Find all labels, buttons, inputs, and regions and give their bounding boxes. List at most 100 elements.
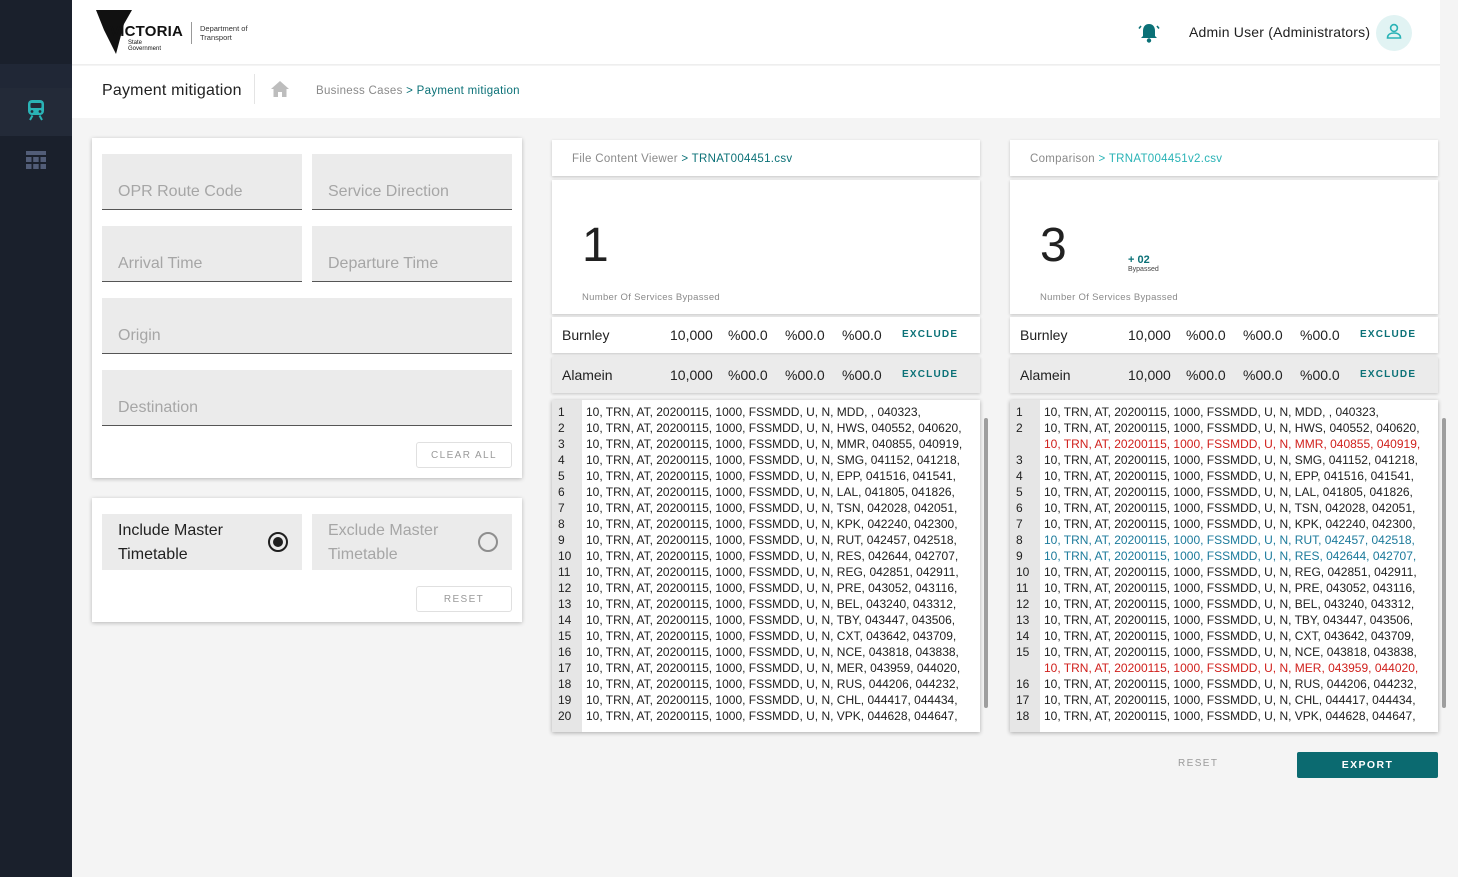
code-line: 17 10, TRN, AT, 20200115, 1000, FSSMDD, U… <box>1010 692 1438 708</box>
logo-divider <box>191 22 192 44</box>
code-line: 14 10, TRN, AT, 20200115, 1000, FSSMDD, U… <box>1010 628 1438 644</box>
line-text: 10, TRN, AT, 20200115, 1000, FSSMDD, U, … <box>586 613 956 627</box>
station-row: Alamein 10,000 %00.0 %00.0 %00.0 EXCLUDE <box>552 357 980 393</box>
clear-all-button[interactable]: CLEAR ALL <box>416 442 512 468</box>
line-text: 10, TRN, AT, 20200115, 1000, FSSMDD, U, … <box>1044 565 1417 579</box>
scrollbar-thumb[interactable] <box>984 418 988 708</box>
exclude-radio[interactable] <box>478 532 498 552</box>
line-text: 10, TRN, AT, 20200115, 1000, FSSMDD, U, … <box>586 421 962 435</box>
exclude-button[interactable]: EXCLUDE <box>902 369 958 380</box>
line-number: 9 <box>558 533 565 547</box>
code-line: 7 10, TRN, AT, 20200115, 1000, FSSMDD, U,… <box>1010 516 1438 532</box>
code-line: 1 10, TRN, AT, 20200115, 1000, FSSMDD, U,… <box>552 404 980 420</box>
breadcrumb-business-cases[interactable]: Business Cases <box>316 85 403 97</box>
exclude-button[interactable]: EXCLUDE <box>1360 369 1416 380</box>
file-viewer-scrollbar[interactable] <box>982 400 990 732</box>
code-line: 13 10, TRN, AT, 20200115, 1000, FSSMDD, U… <box>1010 612 1438 628</box>
code-line: 12 10, TRN, AT, 20200115, 1000, FSSMDD, U… <box>1010 596 1438 612</box>
station-row: Burnley 10,000 %00.0 %00.0 %00.0 EXCLUDE <box>552 317 980 353</box>
services-bypassed-label: Number Of Services Bypassed <box>582 292 720 303</box>
line-number: 3 <box>1016 453 1023 467</box>
line-number: 3 <box>558 437 565 451</box>
sidebar-item-trains[interactable] <box>0 88 72 136</box>
origin-field[interactable] <box>102 298 512 354</box>
station-name: Alamein <box>562 367 613 383</box>
user-name[interactable]: Admin User (Administrators) <box>1189 24 1370 40</box>
line-number: 15 <box>1016 645 1030 659</box>
notifications-button[interactable] <box>1138 22 1160 49</box>
line-text: 10, TRN, AT, 20200115, 1000, FSSMDD, U, … <box>1044 469 1415 483</box>
line-number: 1 <box>1016 405 1023 419</box>
timetable-reset-button[interactable]: RESET <box>416 586 512 612</box>
sidebar-item-timetable[interactable] <box>0 138 72 186</box>
code-line: 18 10, TRN, AT, 20200115, 1000, FSSMDD, U… <box>1010 708 1438 724</box>
include-master-timetable-option[interactable]: Include Master Timetable <box>102 514 302 570</box>
station-percent-2: %00.0 <box>785 327 825 343</box>
arrival-time-input[interactable] <box>102 226 302 281</box>
line-text: 10, TRN, AT, 20200115, 1000, FSSMDD, U, … <box>1044 629 1415 643</box>
line-number: 11 <box>558 565 571 579</box>
export-button[interactable]: EXPORT <box>1297 752 1438 778</box>
exclude-button[interactable]: EXCLUDE <box>1360 329 1416 340</box>
station-percent-1: %00.0 <box>728 367 768 383</box>
line-number: 18 <box>558 677 572 691</box>
line-text: 10, TRN, AT, 20200115, 1000, FSSMDD, U, … <box>1044 709 1416 723</box>
line-number: 9 <box>1016 549 1023 563</box>
comparison-title: Comparison <box>1030 153 1095 165</box>
line-text: 10, TRN, AT, 20200115, 1000, FSSMDD, U, … <box>1044 421 1420 435</box>
line-number: 17 <box>1016 693 1030 707</box>
service-direction-input[interactable] <box>312 154 512 209</box>
code-line: 19 10, TRN, AT, 20200115, 1000, FSSMDD, U… <box>552 692 980 708</box>
station-value: 10,000 <box>670 367 713 383</box>
comparison-filename[interactable]: TRNAT004451v2.csv <box>1109 153 1223 165</box>
line-number: 19 <box>558 693 572 707</box>
exclude-master-timetable-option[interactable]: Exclude Master Timetable <box>312 514 512 570</box>
departure-time-field[interactable] <box>312 226 512 282</box>
station-percent-2: %00.0 <box>1243 367 1283 383</box>
line-text: 10, TRN, AT, 20200115, 1000, FSSMDD, U, … <box>1044 453 1418 467</box>
comparison-content-viewer[interactable]: 1 10, TRN, AT, 20200115, 1000, FSSMDD, U,… <box>1010 400 1438 732</box>
exclude-button[interactable]: EXCLUDE <box>902 329 958 340</box>
line-text: 10, TRN, AT, 20200115, 1000, FSSMDD, U, … <box>586 661 961 675</box>
comparison-scrollbar[interactable] <box>1440 400 1448 732</box>
origin-input[interactable] <box>102 298 512 353</box>
line-text: 10, TRN, AT, 20200115, 1000, FSSMDD, U, … <box>586 693 958 707</box>
line-text: 10, TRN, AT, 20200115, 1000, FSSMDD, U, … <box>1044 517 1416 531</box>
code-line: 15 10, TRN, AT, 20200115, 1000, FSSMDD, U… <box>552 628 980 644</box>
include-radio[interactable] <box>268 532 288 552</box>
line-number: 5 <box>1016 485 1023 499</box>
scrollbar-thumb[interactable] <box>1442 418 1446 708</box>
arrival-time-field[interactable] <box>102 226 302 282</box>
file-viewer-filename[interactable]: TRNAT004451.csv <box>692 153 793 165</box>
file-viewer-title: File Content Viewer <box>572 153 678 165</box>
opr-route-code-field[interactable] <box>102 154 302 210</box>
user-avatar[interactable] <box>1376 15 1412 51</box>
station-row: Alamein 10,000 %00.0 %00.0 %00.0 EXCLUDE <box>1010 357 1438 393</box>
service-direction-field[interactable] <box>312 154 512 210</box>
departure-time-input[interactable] <box>312 226 512 281</box>
reset-button[interactable]: RESET <box>1178 758 1218 769</box>
line-text: 10, TRN, AT, 20200115, 1000, FSSMDD, U, … <box>586 597 957 611</box>
line-number: 8 <box>1016 533 1023 547</box>
line-text: 10, TRN, AT, 20200115, 1000, FSSMDD, U, … <box>1044 597 1415 611</box>
logo-subtext: State Government <box>128 40 162 52</box>
line-text: 10, TRN, AT, 20200115, 1000, FSSMDD, U, … <box>1044 501 1416 515</box>
station-name: Burnley <box>562 327 610 343</box>
train-icon <box>26 99 46 126</box>
logo-department: Department of Transport <box>200 24 248 42</box>
file-content-viewer[interactable]: 1 10, TRN, AT, 20200115, 1000, FSSMDD, U,… <box>552 400 980 732</box>
destination-field[interactable] <box>102 370 512 426</box>
line-number: 8 <box>558 517 565 531</box>
code-line: 6 10, TRN, AT, 20200115, 1000, FSSMDD, U,… <box>1010 500 1438 516</box>
opr-route-code-input[interactable] <box>102 154 302 209</box>
sidebar-brand-band <box>0 64 72 88</box>
line-text: 10, TRN, AT, 20200115, 1000, FSSMDD, U, … <box>586 437 963 451</box>
code-line: 15 10, TRN, AT, 20200115, 1000, FSSMDD, U… <box>1010 644 1438 660</box>
home-icon[interactable] <box>270 80 290 103</box>
code-lines: 1 10, TRN, AT, 20200115, 1000, FSSMDD, U,… <box>1010 404 1438 724</box>
line-text: 10, TRN, AT, 20200115, 1000, FSSMDD, U, … <box>1044 485 1413 499</box>
line-number: 7 <box>558 501 565 515</box>
code-line: 16 10, TRN, AT, 20200115, 1000, FSSMDD, U… <box>1010 676 1438 692</box>
breadcrumb-payment-mitigation: Payment mitigation <box>416 85 520 97</box>
destination-input[interactable] <box>102 370 512 425</box>
